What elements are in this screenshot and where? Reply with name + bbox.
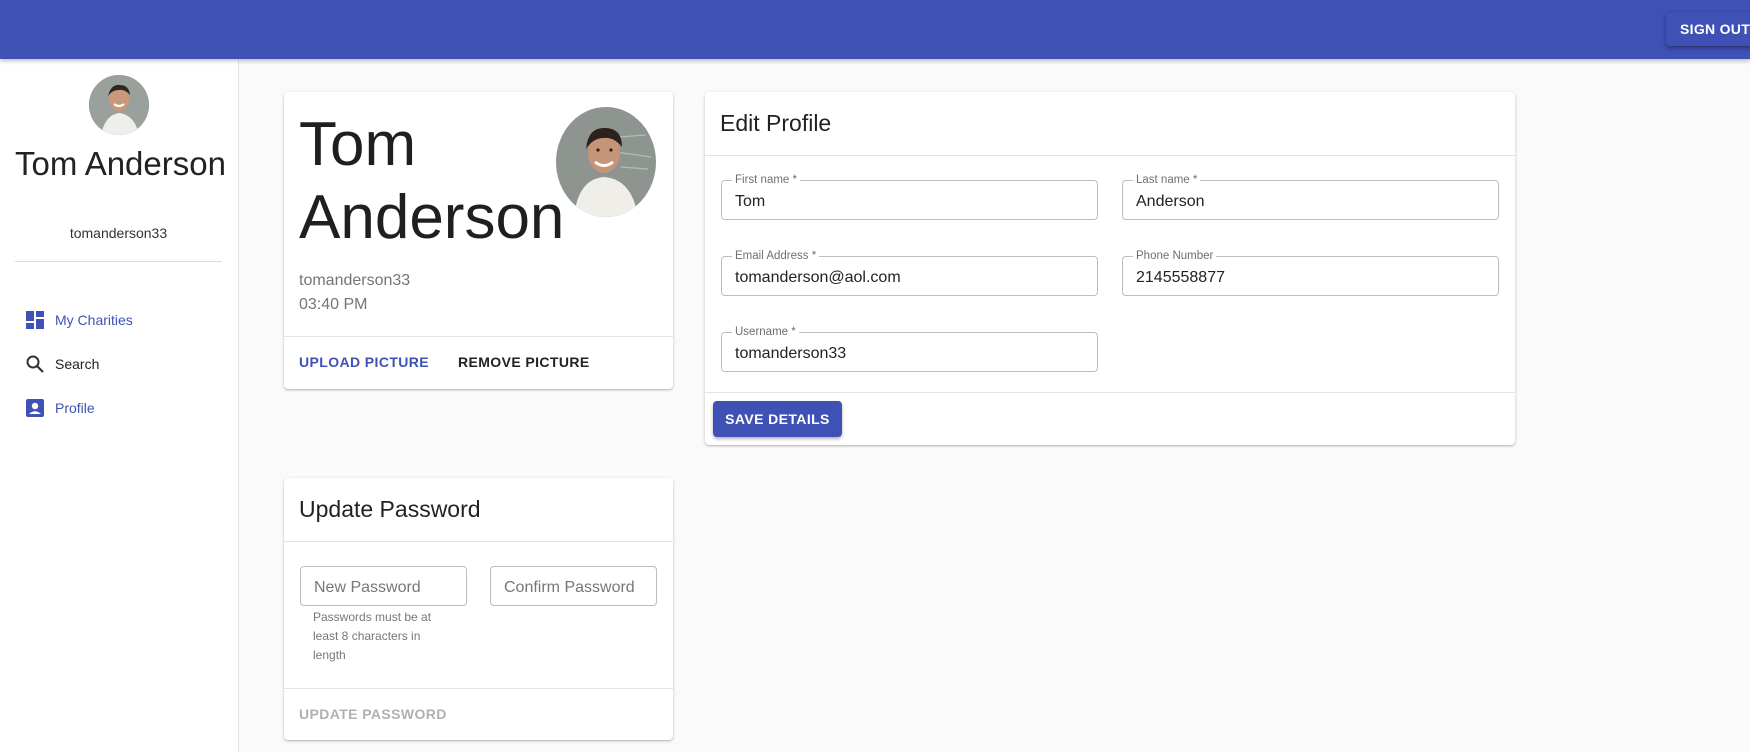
edit-profile-card: Edit Profile First name * Last name * Em… <box>705 92 1515 445</box>
upload-picture-button[interactable]: UPLOAD PICTURE <box>299 354 429 370</box>
save-details-button[interactable]: SAVE DETAILS <box>713 401 842 437</box>
new-password-field[interactable] <box>300 566 467 606</box>
top-app-bar: SIGN OUT <box>0 0 1750 59</box>
username-field[interactable]: Username * <box>721 325 1098 372</box>
email-input[interactable] <box>722 257 1097 295</box>
account-box-icon <box>24 397 46 419</box>
sidebar: Tom Anderson tomanderson33 My Charities … <box>0 59 239 752</box>
sidebar-item-profile[interactable]: Profile <box>24 395 95 421</box>
profile-time: 03:40 PM <box>299 296 368 313</box>
last-name-input[interactable] <box>1123 181 1498 219</box>
new-password-input[interactable] <box>301 567 466 605</box>
card-divider <box>284 541 673 542</box>
profile-name: Tom Anderson <box>299 110 565 252</box>
username-input[interactable] <box>722 333 1097 371</box>
sidebar-item-my-charities[interactable]: My Charities <box>24 307 133 333</box>
phone-field[interactable]: Phone Number <box>1122 249 1499 296</box>
last-name-field[interactable]: Last name * <box>1122 173 1499 220</box>
first-name-input[interactable] <box>722 181 1097 219</box>
phone-input[interactable] <box>1123 257 1498 295</box>
sidebar-item-label: Search <box>55 356 100 372</box>
first-name-field[interactable]: First name * <box>721 173 1098 220</box>
user-full-name: Tom Anderson <box>15 145 226 182</box>
user-handle: tomanderson33 <box>69 225 168 241</box>
sidebar-item-label: My Charities <box>55 312 133 328</box>
profile-avatar <box>556 107 656 217</box>
search-icon <box>24 353 46 375</box>
profile-username: tomanderson33 <box>299 272 411 289</box>
confirm-password-field[interactable] <box>490 566 657 606</box>
profile-card: Tom Anderson tomanderson33 03:40 PM UPLO… <box>284 92 673 389</box>
confirm-password-input[interactable] <box>491 567 656 605</box>
update-password-title: Update Password <box>299 496 481 522</box>
remove-picture-button[interactable]: REMOVE PICTURE <box>458 354 590 370</box>
update-password-button[interactable]: UPDATE PASSWORD <box>299 706 447 722</box>
sidebar-divider <box>15 261 222 262</box>
sidebar-item-label: Profile <box>55 400 95 416</box>
edit-profile-title: Edit Profile <box>720 110 832 136</box>
card-divider <box>284 688 673 689</box>
dashboard-icon <box>24 309 46 331</box>
email-field[interactable]: Email Address * <box>721 249 1098 296</box>
card-divider <box>284 336 673 337</box>
password-hint: Passwords must be at least 8 characters … <box>313 610 432 662</box>
sidebar-item-search[interactable]: Search <box>24 351 99 377</box>
card-divider <box>705 392 1515 393</box>
avatar <box>89 75 149 135</box>
card-divider <box>705 155 1515 156</box>
sign-out-button[interactable]: SIGN OUT <box>1666 12 1750 46</box>
update-password-card: Update Password Passwords must be at lea… <box>284 478 673 740</box>
